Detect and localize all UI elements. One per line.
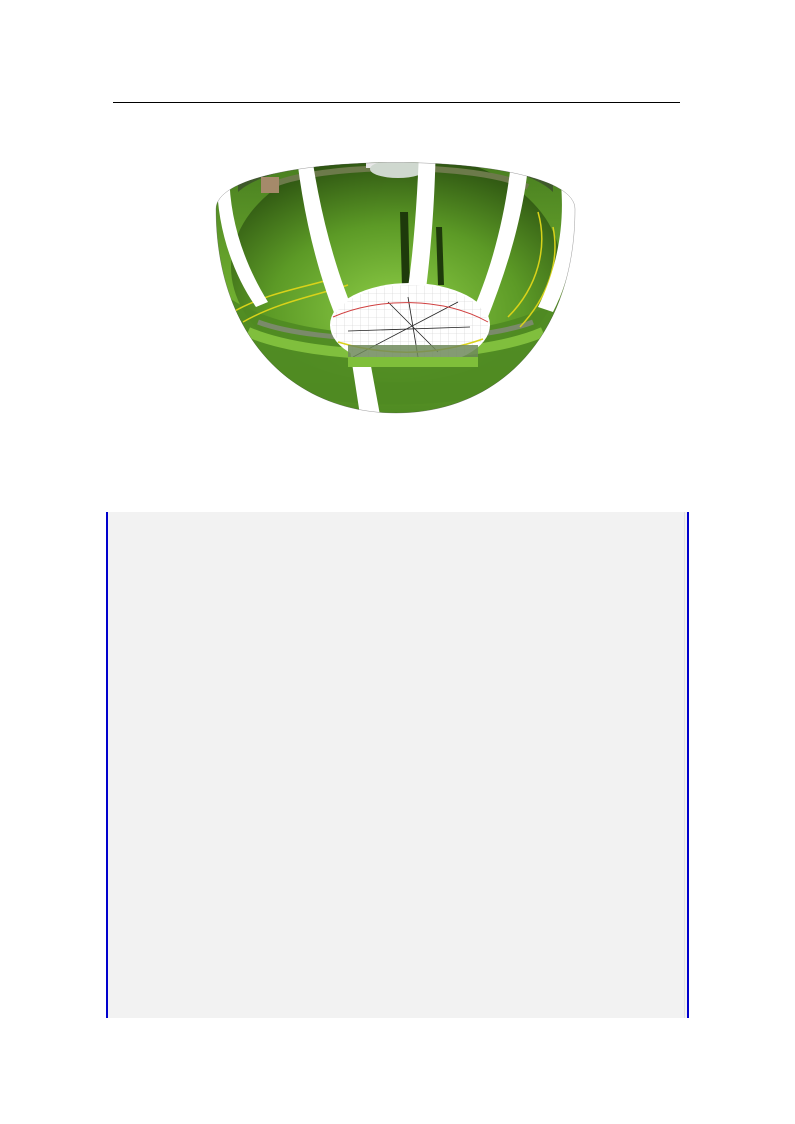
header-rule — [113, 102, 680, 103]
fisheye-panorama-graphic — [215, 122, 577, 415]
central-diagram — [332, 285, 489, 367]
frame-inner-edge — [684, 512, 685, 1018]
building — [261, 177, 279, 193]
fisheye-panorama-image — [208, 117, 583, 415]
empty-content-frame — [106, 512, 689, 1018]
